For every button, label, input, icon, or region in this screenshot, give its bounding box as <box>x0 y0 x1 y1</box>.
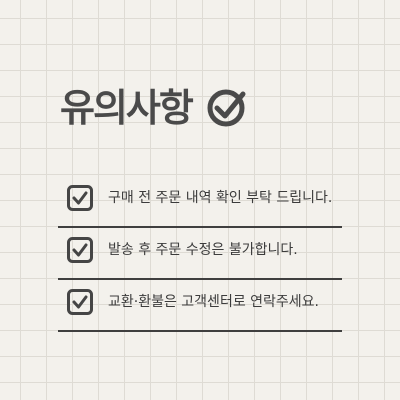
notice-text: 발송 후 주문 수정은 불가합니다. <box>108 242 298 258</box>
checkbox-checked-icon <box>67 237 93 263</box>
heading: 유의사항 <box>60 84 248 132</box>
checkbox-checked-icon <box>67 185 93 211</box>
page-title: 유의사항 <box>60 86 194 130</box>
notice-item-order-check: 구매 전 주문 내역 확인 부탁 드립니다. <box>58 176 342 228</box>
notice-item-exchange-refund: 교환·환불은 고객센터로 연락주세요. <box>58 280 342 332</box>
check-circle-icon <box>207 89 246 127</box>
notice-text: 교환·환불은 고객센터로 연락주세요. <box>108 294 319 310</box>
notice-item-no-modification: 발송 후 주문 수정은 불가합니다. <box>58 228 342 280</box>
checkbox-checked-icon <box>67 289 93 315</box>
notice-text: 구매 전 주문 내역 확인 부탁 드립니다. <box>108 190 333 206</box>
notice-list: 구매 전 주문 내역 확인 부탁 드립니다. 발송 후 주문 수정은 불가합니다… <box>58 176 342 332</box>
